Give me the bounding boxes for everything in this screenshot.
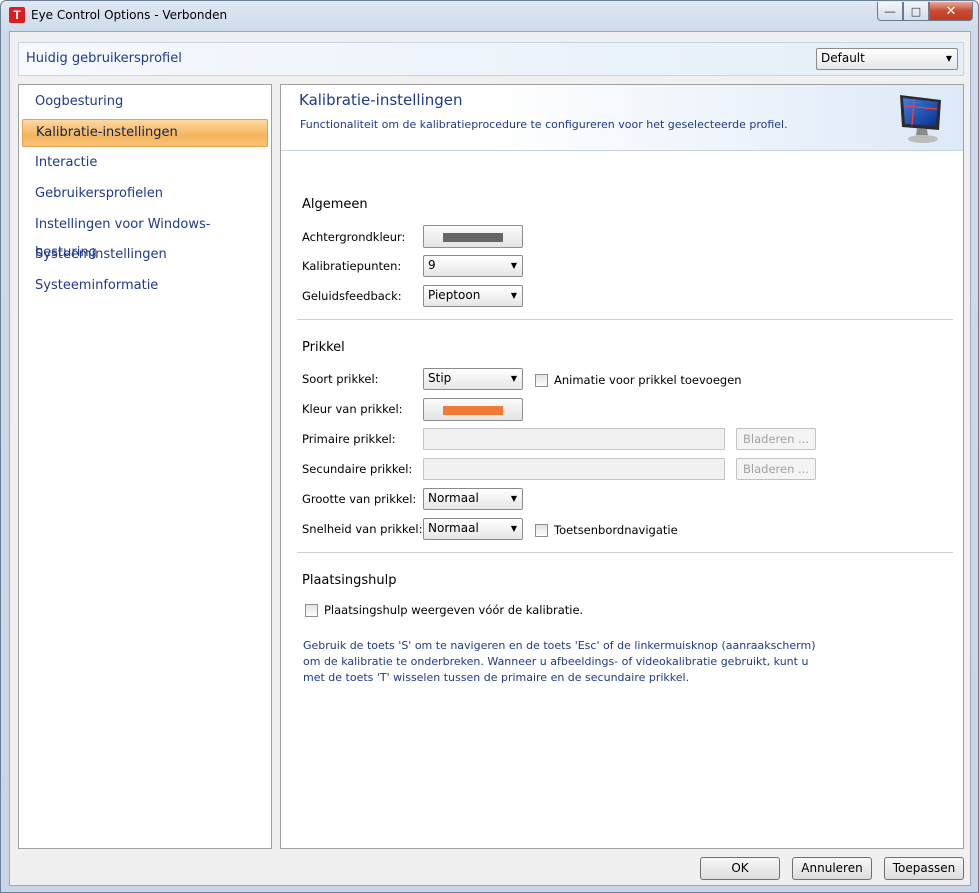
calibration-points-label: Kalibratiepunten:	[302, 259, 402, 273]
section-title-stimulus: Prikkel	[302, 340, 345, 355]
section-divider	[297, 319, 953, 320]
calibration-points-value: 9	[428, 258, 436, 272]
monitor-calibration-icon	[900, 95, 941, 143]
stimulus-color-button[interactable]	[423, 398, 523, 421]
placement-checkbox-label: Plaatsingshulp weergeven vóór de kalibra…	[324, 603, 584, 617]
profile-label: Huidig gebruikersprofiel	[26, 51, 182, 66]
sidebar-item-kalibratie-instellingen[interactable]: Kalibratie-instellingen	[22, 119, 268, 147]
sidebar-item-gebruikersprofielen[interactable]: Gebruikersprofielen	[22, 180, 268, 208]
minimize-icon: ―	[884, 4, 896, 18]
primary-browse-button[interactable]: Bladeren ...	[736, 428, 816, 450]
window-controls: ― □ ✕	[877, 2, 973, 22]
dropdown-arrow-icon: ▼	[945, 54, 952, 63]
profile-select[interactable]: Default ▼	[816, 48, 958, 70]
background-color-button[interactable]	[423, 225, 523, 248]
keyboard-nav-checkbox-label: Toetsenbordnavigatie	[554, 523, 678, 537]
calibration-points-select[interactable]: 9 ▼	[423, 255, 523, 277]
placement-checkbox[interactable]	[305, 603, 318, 617]
maximize-button[interactable]: □	[903, 2, 929, 21]
client-area: Huidig gebruikersprofiel Default ▼ Oogbe…	[9, 31, 971, 886]
ok-button[interactable]: OK	[700, 857, 780, 880]
app-window: T Eye Control Options - Verbonden ― □ ✕ …	[0, 0, 979, 893]
title-bar[interactable]: T Eye Control Options - Verbonden ― □ ✕	[1, 1, 978, 31]
stimulus-type-value: Stip	[428, 371, 452, 385]
stimulus-size-label: Grootte van prikkel:	[302, 492, 417, 506]
apply-button[interactable]: Toepassen	[884, 857, 964, 880]
sidebar-nav: Oogbesturing Kalibratie-instellingen Int…	[18, 84, 272, 849]
section-title-general: Algemeen	[302, 197, 368, 212]
section-title-placement: Plaatsingshulp	[302, 573, 397, 588]
stimulus-type-label: Soort prikkel:	[302, 372, 379, 386]
animation-checkbox-label: Animatie voor prikkel toevoegen	[554, 373, 742, 387]
settings-panel: Kalibratie-instellingen Functionaliteit …	[280, 84, 964, 849]
background-color-swatch	[443, 233, 503, 242]
cancel-button[interactable]: Annuleren	[792, 857, 872, 880]
stimulus-type-select[interactable]: Stip ▼	[423, 368, 523, 390]
animation-checkbox[interactable]	[535, 373, 548, 387]
sound-feedback-value: Pieptoon	[428, 288, 481, 302]
dropdown-arrow-icon: ▼	[510, 374, 517, 383]
stimulus-size-select[interactable]: Normaal ▼	[423, 488, 523, 510]
stimulus-color-swatch	[443, 406, 503, 415]
minimize-button[interactable]: ―	[877, 2, 903, 21]
primary-stimulus-field[interactable]	[423, 428, 725, 450]
sidebar-item-windows-besturing[interactable]: Instellingen voor Windows-besturing	[22, 211, 268, 260]
panel-header: Kalibratie-instellingen Functionaliteit …	[281, 85, 963, 151]
app-logo-icon: T	[9, 7, 25, 23]
maximize-icon: □	[910, 4, 922, 18]
profile-bar: Huidig gebruikersprofiel Default ▼	[18, 42, 964, 76]
keyboard-nav-checkbox[interactable]	[535, 523, 548, 537]
window-title: Eye Control Options - Verbonden	[31, 8, 228, 22]
sidebar-item-oogbesturing[interactable]: Oogbesturing	[22, 88, 268, 116]
dropdown-arrow-icon: ▼	[510, 524, 517, 533]
stimulus-size-value: Normaal	[428, 491, 479, 505]
sidebar-item-interactie[interactable]: Interactie	[22, 149, 268, 177]
page-subtitle: Functionaliteit om de kalibratieprocedur…	[300, 118, 788, 131]
dropdown-arrow-icon: ▼	[510, 494, 517, 503]
secondary-stimulus-field[interactable]	[423, 458, 725, 480]
profile-select-value: Default	[821, 51, 865, 65]
dropdown-arrow-icon: ▼	[510, 261, 517, 270]
keyboard-nav-checkbox-row[interactable]: Toetsenbordnavigatie	[535, 523, 678, 537]
stimulus-speed-select[interactable]: Normaal ▼	[423, 518, 523, 540]
stimulus-speed-label: Snelheid van prikkel:	[302, 522, 423, 536]
stimulus-speed-value: Normaal	[428, 521, 479, 535]
page-title: Kalibratie-instellingen	[299, 91, 463, 109]
close-icon: ✕	[945, 3, 957, 19]
placement-checkbox-row[interactable]: Plaatsingshulp weergeven vóór de kalibra…	[305, 603, 583, 617]
primary-stimulus-label: Primaire prikkel:	[302, 432, 396, 446]
secondary-browse-button[interactable]: Bladeren ...	[736, 458, 816, 480]
stimulus-color-label: Kleur van prikkel:	[302, 402, 403, 416]
close-button[interactable]: ✕	[929, 2, 973, 21]
section-divider	[297, 552, 953, 553]
sound-feedback-label: Geluidsfeedback:	[302, 289, 402, 303]
placement-info-text: Gebruik de toets 'S' om te navigeren en …	[303, 639, 816, 684]
dropdown-arrow-icon: ▼	[510, 291, 517, 300]
sound-feedback-select[interactable]: Pieptoon ▼	[423, 285, 523, 307]
secondary-stimulus-label: Secundaire prikkel:	[302, 462, 413, 476]
background-color-label: Achtergrondkleur:	[302, 230, 406, 244]
animation-checkbox-row[interactable]: Animatie voor prikkel toevoegen	[535, 373, 742, 387]
sidebar-item-systeeminstellingen[interactable]: Systeeminstellingen	[22, 241, 268, 269]
sidebar-item-systeeminformatie[interactable]: Systeeminformatie	[22, 272, 268, 300]
